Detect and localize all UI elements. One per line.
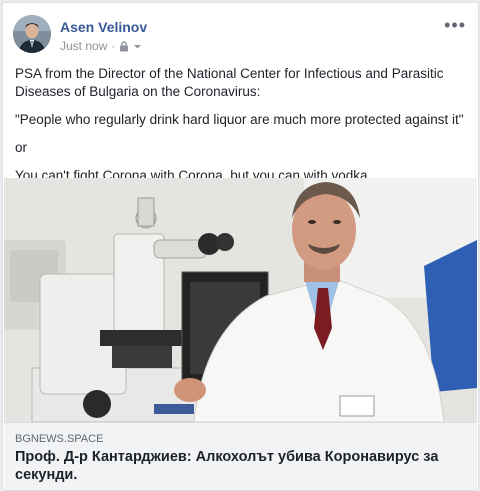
post-header: Asen Velinov Just now · ••• [13,15,468,59]
link-preview-box[interactable]: BGNEWS.SPACE Проф. Д-р Кантарджиев: Алко… [4,422,477,490]
more-options-icon[interactable]: ••• [444,15,466,36]
lock-icon[interactable] [119,40,129,52]
link-domain: BGNEWS.SPACE [15,433,104,445]
link-preview-image[interactable] [4,178,477,422]
post-text-line: "People who regularly drink hard liquor … [15,112,464,127]
avatar[interactable] [13,15,51,53]
author-name[interactable]: Asen Velinov [60,19,147,35]
scientist-microscope-photo [4,178,477,422]
timestamp[interactable]: Just now [60,39,107,53]
post-text-line: PSA from the Director of the National Ce… [15,66,444,99]
separator: · [111,39,116,53]
post-meta: Just now · [60,39,142,53]
facebook-post: Asen Velinov Just now · ••• PSA from the… [2,2,479,491]
post-text-line: or [15,140,28,155]
avatar-photo-icon [13,15,51,53]
post-text: PSA from the Director of the National Ce… [15,65,466,185]
link-title[interactable]: Проф. Д-р Кантарджиев: Алкохолът убива К… [15,448,465,484]
privacy-dropdown-icon[interactable] [133,42,142,51]
